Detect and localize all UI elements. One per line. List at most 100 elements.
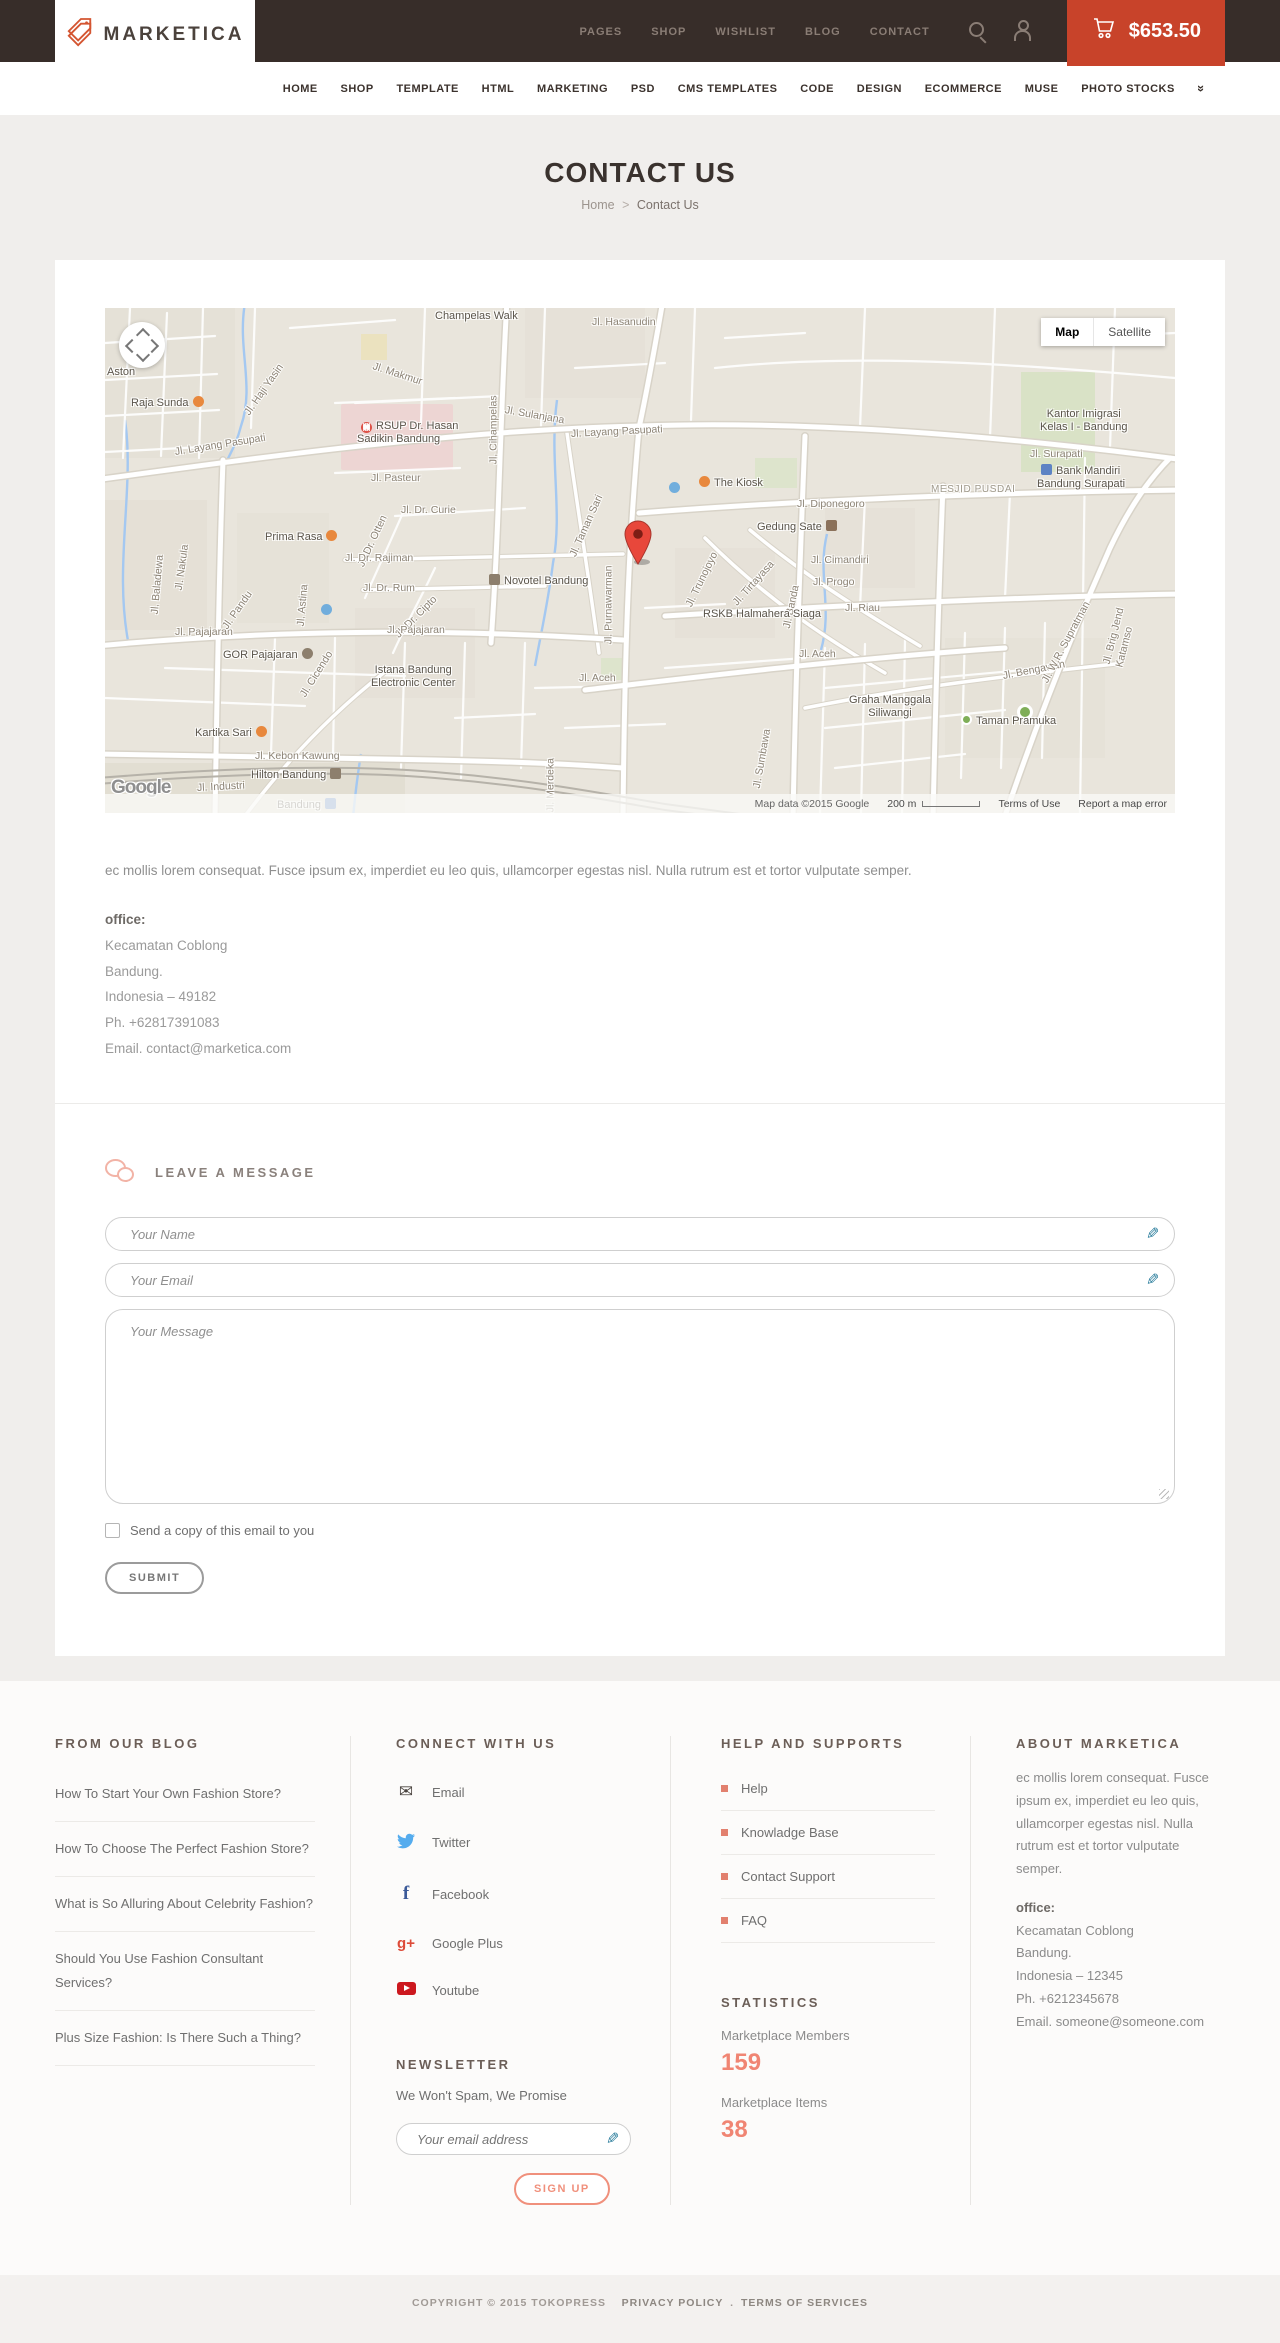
map-label: Bank Mandiri Bandung Surapati [1037,464,1126,491]
map-label: Kartika Sari [195,726,271,740]
about-office-label: office: [1016,1899,1055,1915]
report-error-link[interactable]: Report a map error [1078,798,1167,810]
header-nav-item[interactable]: CONTACT [870,26,930,38]
header-nav-item[interactable]: SHOP [651,26,686,38]
pan-up-icon[interactable] [135,327,151,343]
map-type-satellite-button[interactable]: Satellite [1094,318,1165,346]
privacy-policy-link[interactable]: PRIVACY POLICY [622,2297,724,2309]
pan-left-icon[interactable] [124,338,140,354]
header-nav-item[interactable]: PAGES [580,26,623,38]
chevron-down-icon[interactable]: » [1194,85,1209,92]
form-heading: LEAVE A MESSAGE [155,1164,316,1180]
blog-heading: FROM OUR BLOG [55,1736,200,1752]
menu-item[interactable]: HTML [482,83,515,95]
name-input[interactable] [105,1217,1175,1252]
help-list-item: FAQ [721,1899,935,1944]
terms-link[interactable]: Terms of Use [998,798,1060,810]
address-line: Ph. +62817391083 [105,1014,220,1030]
stat-item: Marketplace Items 38 [721,2095,935,2144]
connect-link[interactable]: Google Plus [432,1936,503,1951]
cart-button[interactable]: $653.50 [1066,0,1225,66]
menu-item[interactable]: CMS TEMPLATES [678,83,778,95]
newsletter-tagline: We Won't Spam, We Promise [396,2088,567,2104]
help-link[interactable]: Knowladge Base [741,1825,839,1840]
address-line: Email. someone@someone.com [1016,2013,1205,2029]
menu-item[interactable]: PSD [631,83,655,95]
account-icon[interactable] [1011,20,1033,42]
map-pan-control[interactable] [119,322,165,368]
map-type-map-button[interactable]: Map [1041,318,1095,346]
breadcrumb-home[interactable]: Home [581,198,614,212]
help-list-item: Knowladge Base [721,1811,935,1856]
bullet-icon [721,1917,728,1925]
newsletter-email-input[interactable] [396,2123,631,2156]
menu-item[interactable]: MUSE [1025,83,1059,95]
menu-item[interactable]: TEMPLATE [396,83,458,95]
menu-item[interactable]: CODE [800,83,834,95]
map-label: Jl. Dr. Rajiman [345,552,414,564]
copyright-separator: . [730,2297,735,2310]
address-line: Indonesia – 49182 [105,989,217,1005]
search-icon[interactable] [967,20,989,42]
connect-list-item[interactable]: Youtube [396,1967,635,2013]
map-label: Istana Bandung Electronic Center [371,664,456,690]
connect-list-item[interactable]: ✉ Email [396,1767,635,1817]
menu-item[interactable]: MARKETING [537,83,608,95]
bullet-icon [721,1829,728,1837]
menu-item[interactable]: ECOMMERCE [925,83,1002,95]
stat-value: 159 [721,2049,762,2077]
map-label: Jl. Industri [196,779,246,794]
blog-link[interactable]: How To Choose The Perfect Fashion Store? [55,1841,309,1856]
address-line: Bandung. [1016,1945,1072,1961]
newsletter-field-wrap: ✎ [396,2123,631,2156]
pan-right-icon[interactable] [144,338,160,354]
help-list: Help Knowladge Base Contact Support FAQ [721,1767,935,1944]
submit-button[interactable]: SUBMIT [105,1562,205,1595]
museum-icon [825,520,837,531]
breadcrumb: Home > Contact Us [0,198,1280,212]
restaurant-icon [192,396,204,407]
blog-list-item: How To Choose The Perfect Fashion Store? [55,1822,315,1878]
footer-help-column: HELP AND SUPPORTS Help Knowladge Base Cont… [670,1736,970,2206]
blog-link[interactable]: How To Start Your Own Fashion Store? [55,1786,281,1801]
connect-link[interactable]: Youtube [432,1983,479,1998]
blog-link[interactable]: Plus Size Fashion: Is There Such a Thing… [55,2030,301,2045]
blog-link[interactable]: Should You Use Fashion Consultant Servic… [55,1951,263,1990]
help-link[interactable]: Contact Support [741,1869,835,1884]
map[interactable]: Champelas Walk Jl. Hasanudin Jl. Cihampela… [105,308,1175,813]
connect-list-item[interactable]: g+ Google Plus [396,1920,635,1967]
logo[interactable]: MARKETICA [55,0,255,70]
menu-item[interactable]: PHOTO STOCKS [1081,83,1175,95]
help-link[interactable]: FAQ [741,1913,767,1928]
hotel-icon [489,574,500,585]
resize-grip-icon[interactable] [1159,1489,1169,1500]
connect-link[interactable]: Email [432,1785,465,1800]
breadcrumb-separator: > [622,198,630,212]
terms-of-services-link[interactable]: TERMS OF SERVICES [741,2297,868,2309]
header-nav-item[interactable]: BLOG [805,26,841,38]
map-marker-pin[interactable] [621,520,655,566]
connect-link[interactable]: Facebook [432,1887,489,1902]
help-link[interactable]: Help [741,1781,768,1796]
connect-list-item[interactable]: f Facebook [396,1868,635,1920]
signup-button[interactable]: SIGN UP [514,2173,610,2206]
message-input[interactable] [105,1309,1175,1505]
stat-label: Marketplace Items [721,2095,828,2111]
blog-link[interactable]: What is So Alluring About Celebrity Fash… [55,1896,313,1911]
newsletter: NEWSLETTER We Won't Spam, We Promise ✎ S… [396,2057,635,2206]
connect-list-item[interactable]: Twitter [396,1817,635,1868]
address-line: Bandung. [105,963,163,979]
map-label: Jl. Cimandiri [811,554,869,566]
map-label: Jl. Dr. Curie [401,504,456,516]
menu-item[interactable]: HOME [283,83,318,95]
header-nav-item[interactable]: WISHLIST [715,26,776,38]
pan-down-icon[interactable] [135,347,151,363]
copyright-bar: COPYRIGHT © 2015 TOKOPRESS PRIVACY POLIC… [0,2275,1280,2343]
send-copy-checkbox[interactable] [105,1523,120,1539]
connect-link[interactable]: Twitter [432,1835,470,1850]
map-attribution: Map data ©2015 Google [754,797,870,810]
menu-item[interactable]: DESIGN [857,83,902,95]
top-header: MARKETICA PAGES SHOP WISHLIST BLOG CONTACT $… [0,0,1280,70]
email-input[interactable] [105,1263,1175,1298]
menu-item[interactable]: SHOP [341,83,374,95]
